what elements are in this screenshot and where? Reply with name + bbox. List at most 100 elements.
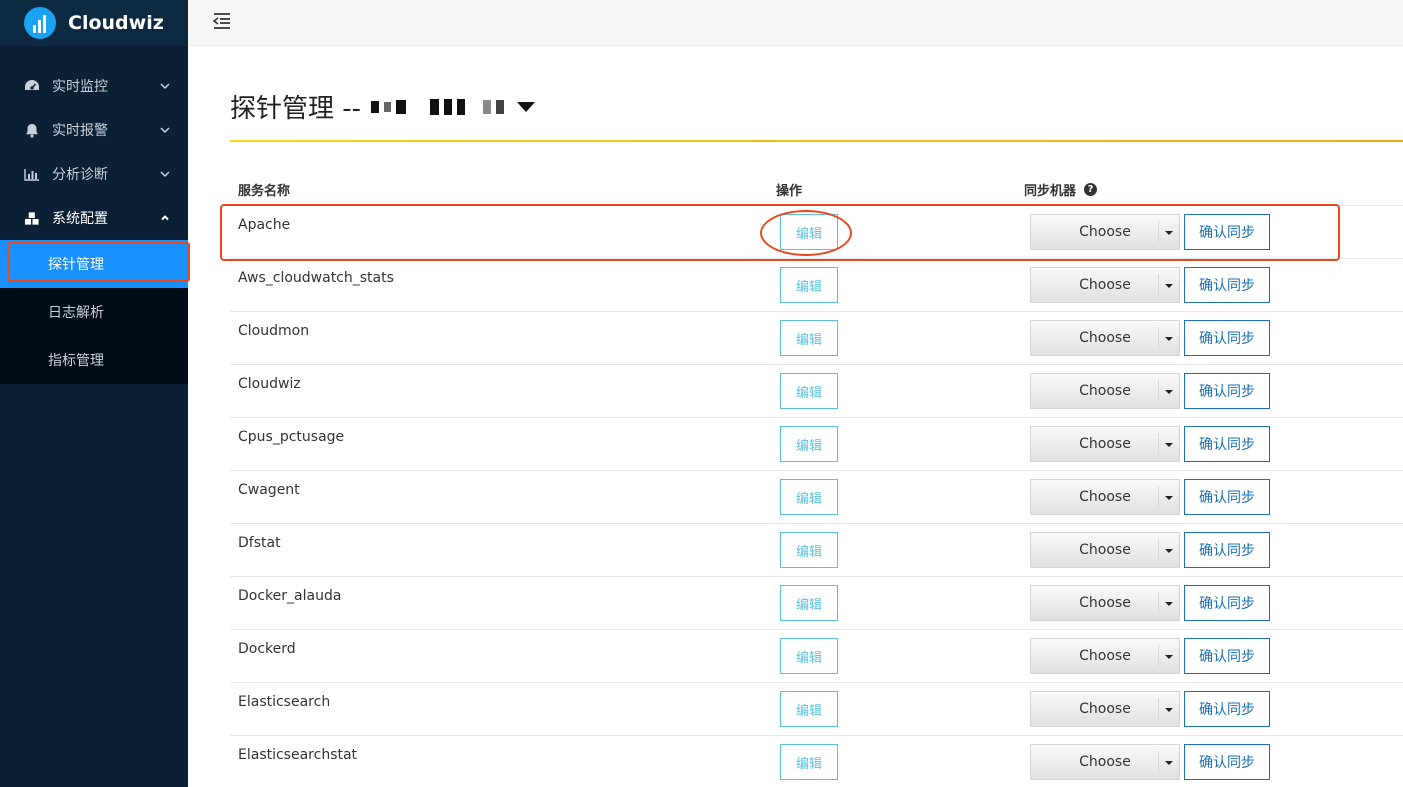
sync-cell: Choose 确认同步 — [1024, 471, 1403, 523]
machine-select[interactable]: Choose — [1030, 373, 1180, 409]
caret-down-icon — [1165, 284, 1173, 288]
chevron-up-icon — [161, 215, 169, 221]
machine-select-value: Choose — [1079, 489, 1131, 505]
machine-select-value: Choose — [1079, 436, 1131, 452]
sidebar-item-analysis[interactable]: 分析诊断 — [0, 152, 188, 196]
header-sync-label: 同步机器 — [1024, 184, 1077, 199]
sync-cell: Choose 确认同步 — [1024, 736, 1403, 787]
machine-select[interactable]: Choose — [1030, 744, 1180, 780]
caret-down-icon — [1165, 549, 1173, 553]
machine-select[interactable]: Choose — [1030, 479, 1180, 515]
select-divider — [1158, 592, 1159, 614]
table-row: Cloudwiz 编辑 Choose 确认同步 — [230, 365, 1403, 418]
confirm-sync-button[interactable]: 确认同步 — [1184, 320, 1270, 356]
machine-select[interactable]: Choose — [1030, 426, 1180, 462]
sync-cell: Choose 确认同步 — [1024, 206, 1403, 258]
host-dropdown-caret-icon[interactable] — [517, 101, 536, 112]
page-title: 探针管理 -- — [230, 94, 362, 124]
confirm-sync-button[interactable]: 确认同步 — [1184, 744, 1270, 780]
chevron-down-icon — [160, 171, 170, 178]
confirm-sync-button[interactable]: 确认同步 — [1184, 267, 1270, 303]
title-divider — [230, 140, 1403, 142]
table-row: Elasticsearchstat 编辑 Choose 确认同步 — [230, 736, 1403, 787]
system-config-submenu: 探针管理 日志解析 指标管理 — [0, 240, 190, 384]
machine-select[interactable]: Choose — [1030, 214, 1180, 250]
operation-cell: 编辑 — [776, 683, 1024, 735]
confirm-sync-button[interactable]: 确认同步 — [1184, 585, 1270, 621]
edit-button[interactable]: 编辑 — [780, 373, 838, 409]
confirm-sync-button[interactable]: 确认同步 — [1184, 426, 1270, 462]
redacted-host-name — [371, 94, 509, 120]
edit-button[interactable]: 编辑 — [780, 479, 838, 515]
question-circle-icon[interactable]: ? — [1084, 183, 1098, 196]
machine-select-value: Choose — [1079, 648, 1131, 664]
table-body: Apache 编辑 Choose 确认同步 Aws_cloudwatch_sta… — [230, 206, 1403, 787]
confirm-sync-button[interactable]: 确认同步 — [1184, 479, 1270, 515]
machine-select-value: Choose — [1079, 542, 1131, 558]
confirm-sync-button[interactable]: 确认同步 — [1184, 691, 1270, 727]
edit-button[interactable]: 编辑 — [780, 426, 838, 462]
logo-bar[interactable]: Cloudwiz — [0, 0, 188, 46]
caret-down-icon — [1165, 655, 1173, 659]
machine-select[interactable]: Choose — [1030, 691, 1180, 727]
machine-select-value: Choose — [1079, 383, 1131, 399]
main-content: 探针管理 -- 服务名称 操作 同步机器 ? Apache 编辑 Choose … — [188, 46, 1403, 787]
operation-cell: 编辑 — [776, 259, 1024, 311]
select-divider — [1158, 274, 1159, 296]
machine-select-value: Choose — [1079, 701, 1131, 717]
select-divider — [1158, 486, 1159, 508]
sidebar-item-realtime-alert[interactable]: 实时报警 — [0, 108, 188, 152]
sidebar-item-log-parsing[interactable]: 日志解析 — [0, 288, 188, 336]
machine-select-value: Choose — [1079, 595, 1131, 611]
select-divider — [1158, 751, 1159, 773]
select-divider — [1158, 433, 1159, 455]
sync-cell: Choose 确认同步 — [1024, 683, 1403, 735]
edit-button[interactable]: 编辑 — [780, 267, 838, 303]
sync-cell: Choose 确认同步 — [1024, 630, 1403, 682]
confirm-sync-button[interactable]: 确认同步 — [1184, 373, 1270, 409]
machine-select[interactable]: Choose — [1030, 320, 1180, 356]
header-operation: 操作 — [776, 184, 803, 199]
table-row: Cpus_pctusage 编辑 Choose 确认同步 — [230, 418, 1403, 471]
edit-button[interactable]: 编辑 — [780, 320, 838, 356]
service-name: Elasticsearchstat — [238, 747, 358, 763]
sync-cell: Choose 确认同步 — [1024, 312, 1403, 364]
bar-chart-icon — [24, 166, 40, 182]
sidebar-item-system-config[interactable]: 系统配置 — [0, 196, 188, 240]
operation-cell: 编辑 — [776, 206, 1024, 258]
bell-icon — [24, 122, 40, 138]
select-divider — [1158, 645, 1159, 667]
table-row: Dockerd 编辑 Choose 确认同步 — [230, 630, 1403, 683]
edit-button[interactable]: 编辑 — [780, 691, 838, 727]
cubes-icon — [24, 210, 40, 226]
edit-button[interactable]: 编辑 — [780, 638, 838, 674]
collapse-sidebar-icon[interactable] — [212, 12, 232, 30]
machine-select[interactable]: Choose — [1030, 638, 1180, 674]
caret-down-icon — [1165, 761, 1173, 765]
operation-cell: 编辑 — [776, 577, 1024, 629]
sidebar-item-realtime-monitor[interactable]: 实时监控 — [0, 64, 188, 108]
sidebar-item-probe-management[interactable]: 探针管理 — [0, 240, 190, 288]
edit-button[interactable]: 编辑 — [780, 214, 838, 250]
edit-button[interactable]: 编辑 — [780, 532, 838, 568]
service-name: Elasticsearch — [238, 694, 331, 710]
header-service-name: 服务名称 — [238, 184, 291, 199]
chevron-down-icon — [160, 83, 170, 90]
select-divider — [1158, 221, 1159, 243]
caret-down-icon — [1165, 337, 1173, 341]
machine-select[interactable]: Choose — [1030, 532, 1180, 568]
machine-select[interactable]: Choose — [1030, 585, 1180, 621]
table-row: Apache 编辑 Choose 确认同步 — [230, 206, 1403, 259]
machine-select[interactable]: Choose — [1030, 267, 1180, 303]
sync-cell: Choose 确认同步 — [1024, 365, 1403, 417]
app-name: Cloudwiz — [68, 12, 164, 34]
confirm-sync-button[interactable]: 确认同步 — [1184, 214, 1270, 250]
probe-table: 服务名称 操作 同步机器 ? Apache 编辑 Choose 确认同步 Aws… — [230, 174, 1403, 787]
machine-select-value: Choose — [1079, 224, 1131, 240]
sidebar-item-metric-management[interactable]: 指标管理 — [0, 336, 188, 384]
confirm-sync-button[interactable]: 确认同步 — [1184, 532, 1270, 568]
edit-button[interactable]: 编辑 — [780, 585, 838, 621]
confirm-sync-button[interactable]: 确认同步 — [1184, 638, 1270, 674]
service-name: Aws_cloudwatch_stats — [238, 270, 394, 286]
edit-button[interactable]: 编辑 — [780, 744, 838, 780]
